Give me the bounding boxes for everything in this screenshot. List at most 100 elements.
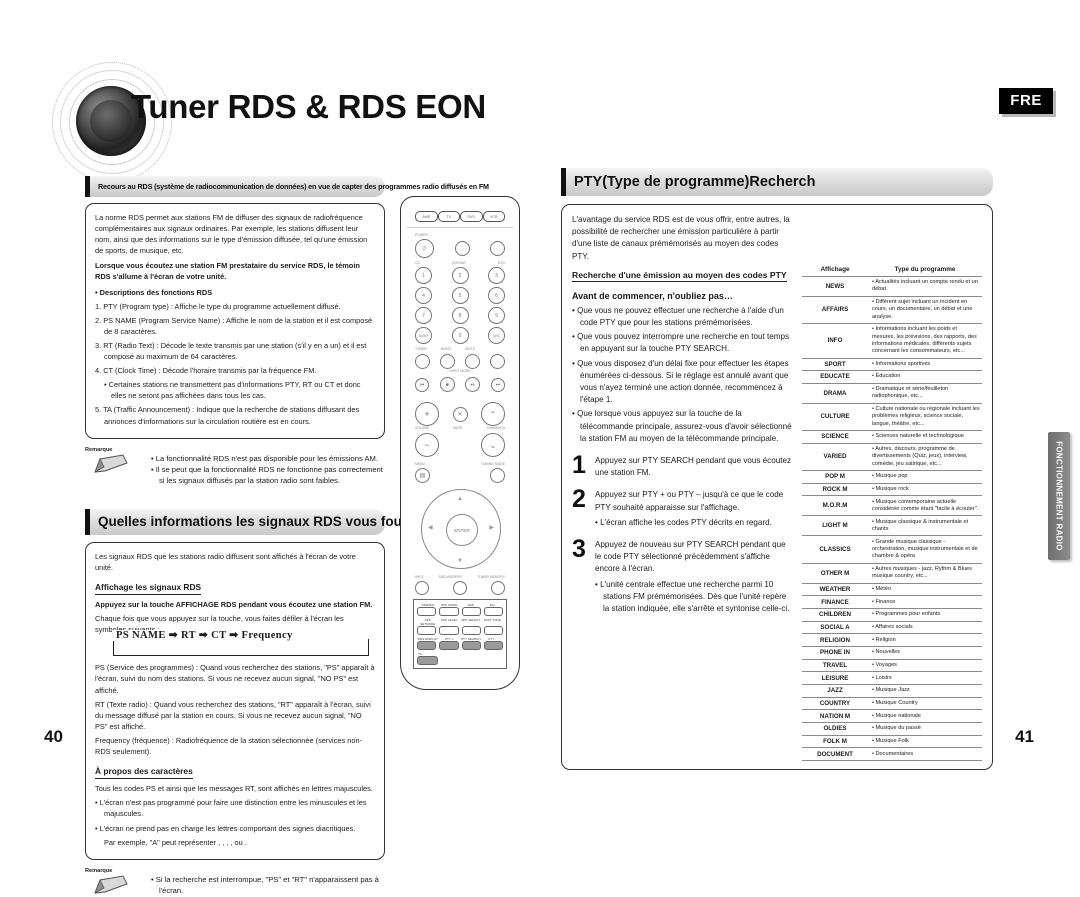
remote-button-tuner[interactable] xyxy=(454,241,470,256)
remote-button-vcr[interactable]: VCR xyxy=(482,211,505,222)
pty-description: • Informations incluant les poids et mes… xyxy=(868,323,982,359)
rds-display-flow-label: PS NAME ➡ RT ➡ CT ➡ Frequency xyxy=(112,630,297,642)
table-row: FOLK M • Musique Folk xyxy=(802,735,982,749)
rds-function-item: 4. CT (Clock Time) : Décode l'horaire tr… xyxy=(95,366,317,376)
characters-item: • L'écran ne prend pas en charge les let… xyxy=(95,823,356,833)
step-text: Appuyez sur PTY + ou PTY – jusqu'à ce qu… xyxy=(595,490,784,512)
remote-numpad-labels: CD VCR/SAT DVD xyxy=(415,261,505,265)
definition-frequency: Frequency (fréquence) : Radiofréquence d… xyxy=(95,735,363,757)
remote-button-tuning-down[interactable]: ⌄ xyxy=(481,433,505,457)
remote-label-cd: CD xyxy=(415,261,420,265)
pty-code: ROCK M xyxy=(802,483,868,497)
remote-label-spk-level: SPK LEVEL xyxy=(440,618,458,622)
pty-code: WEATHER xyxy=(802,583,868,597)
pty-code-table: Affichage Type du programme NEWS • Actual… xyxy=(802,262,982,762)
remote-button-volume-down[interactable]: − xyxy=(415,433,439,457)
right-column: PTY(Type de programme)Recherch L'avantag… xyxy=(561,168,993,771)
pty-description: • Finance xyxy=(868,595,982,609)
step-number: 3 xyxy=(572,535,586,564)
remote-dpad[interactable]: ENTER ▲ ▼ ◀ ▶ xyxy=(421,489,501,569)
remote-numpad-row-3: 7 8 9 xyxy=(415,307,505,324)
remote-button-spk-select[interactable] xyxy=(461,626,481,635)
remote-button-pty-search[interactable] xyxy=(461,641,481,650)
remote-key-1[interactable]: 1 xyxy=(415,267,432,284)
remote-key-4[interactable]: 4 xyxy=(415,287,432,304)
remote-button-stereo[interactable] xyxy=(417,607,437,616)
pty-search-heading: Recherche d'une émission au moyen des co… xyxy=(572,269,787,282)
remote-button-spk-level[interactable] xyxy=(439,626,459,635)
pty-step-2: 2 Appuyez sur PTY + ou PTY – jusqu'à ce … xyxy=(572,487,794,529)
remote-button-mono-stereo[interactable] xyxy=(440,354,455,369)
remote-button-dsp[interactable] xyxy=(461,607,481,616)
pty-description: • Dramatique et série/feuilleton radioph… xyxy=(868,383,982,404)
remote-button-tuning-up[interactable]: ⌃ xyxy=(481,402,505,426)
remote-key-crc[interactable]: CRC xyxy=(488,327,505,344)
rds-function-subitem: • Certaines stations ne transmettent pas… xyxy=(104,380,361,401)
remote-button-stop[interactable]: ■ xyxy=(439,377,455,392)
remote-button-rds-display[interactable] xyxy=(417,641,437,650)
note-block-2: Remarque • Si la recherche est interromp… xyxy=(85,868,385,897)
rds-function-item: 1. PTY (Program type) : Affiche le type … xyxy=(95,301,341,311)
remote-button-tuning-mode[interactable] xyxy=(490,468,505,483)
remote-button-ta[interactable] xyxy=(417,656,438,665)
remote-button-pty-minus[interactable] xyxy=(483,641,503,650)
remote-volume-tuning-row: + ✕ ⌃ xyxy=(415,402,505,426)
table-row: TRAVEL • Voyages xyxy=(802,659,982,673)
remote-button-tv[interactable]: TV xyxy=(437,211,460,222)
remote-button-test-tone[interactable] xyxy=(483,626,503,635)
remote-button-info[interactable] xyxy=(415,581,429,595)
table-row: JAZZ • Musique Jazz xyxy=(802,684,982,698)
pty-description: • Musique rock xyxy=(868,483,982,497)
remote-button-eq[interactable] xyxy=(483,607,503,616)
remote-button-subwoofer[interactable] xyxy=(453,581,467,595)
remote-button-tuner-mode[interactable] xyxy=(415,354,430,369)
rds-function-item: 5. TA (Traffic Announcement) : Indique q… xyxy=(95,405,360,426)
remote-button-input-mode[interactable] xyxy=(490,354,505,369)
remote-key-sleep[interactable]: SLEEP xyxy=(415,327,432,344)
remote-button-tuner-memory[interactable] xyxy=(491,581,505,595)
pty-description: • Éducation xyxy=(868,370,982,384)
table-row: CULTURE • Culture nationale ou régionale … xyxy=(802,403,982,432)
pty-instructions-column: Recherche d'une émission au moyen des co… xyxy=(572,263,794,761)
remote-key-5[interactable]: 5 xyxy=(451,287,469,304)
table-row: LIGHT M • Musique classique & instrumenta… xyxy=(802,515,982,537)
remote-button-mute-mode[interactable] xyxy=(465,354,480,369)
pty-description: • Nouvelles xyxy=(868,646,982,660)
remote-button-pty-plus[interactable] xyxy=(439,641,459,650)
remote-button-amp[interactable]: AMP xyxy=(415,211,438,222)
table-row: ROCK M • Musique rock xyxy=(802,483,982,497)
remote-label-spk-select: SPK SELECT xyxy=(461,618,481,622)
remote-label-mute: MUTE xyxy=(452,426,463,430)
remote-button-play-pause[interactable]: ⏯ xyxy=(465,377,481,392)
remote-key-8[interactable]: 8 xyxy=(451,307,469,324)
remote-label-subwoofer: SUB WOOFER xyxy=(438,575,462,579)
table-row: VARIED • Autres, discours, programme de d… xyxy=(802,443,982,472)
pty-code: RELIGION xyxy=(802,633,868,647)
remote-button-volume-up[interactable]: + xyxy=(415,402,439,426)
table-row: NEWS • Actualités incluant un compte rend… xyxy=(802,275,982,297)
remote-button-enter[interactable]: ENTER xyxy=(446,514,478,546)
remote-button-spk-setmode[interactable] xyxy=(417,626,437,635)
remote-key-7[interactable]: 7 xyxy=(415,307,432,324)
characters-heading: À propos des caractères xyxy=(95,766,193,780)
mute-icon[interactable]: ✕ xyxy=(452,406,468,422)
pty-description: • Musique Jazz xyxy=(868,684,982,698)
table-row: OTHER M • Autres musiques - jazz, Rythm &… xyxy=(802,563,982,584)
pty-code: FOLK M xyxy=(802,735,868,749)
remote-key-6[interactable]: 6 xyxy=(488,287,505,304)
section-banner-signals: Quelles informations les signaux RDS vou… xyxy=(85,508,482,535)
remote-button-power[interactable]: ⏻ xyxy=(415,239,434,258)
remote-button-next[interactable]: ⏭ xyxy=(490,377,505,392)
pty-description: • Programmes pour enfants xyxy=(868,608,982,622)
remote-key-9[interactable]: 9 xyxy=(488,307,505,324)
remote-button-dvd[interactable]: DVD xyxy=(460,211,483,222)
remote-key-3[interactable]: 3 xyxy=(488,267,505,284)
remote-button-prev[interactable]: ⏮ xyxy=(415,377,429,392)
remote-key-0[interactable]: 0 xyxy=(451,327,469,344)
pty-description: • Météo xyxy=(868,583,982,597)
remote-key-2[interactable]: 2 xyxy=(451,267,469,284)
remote-button-tv-video[interactable] xyxy=(490,241,505,256)
menu-icon[interactable]: ▤ xyxy=(415,468,430,483)
note-item: • La fonctionnalité RDS n'est pas dispon… xyxy=(151,453,378,463)
remote-button-spk-mode[interactable] xyxy=(439,607,459,616)
